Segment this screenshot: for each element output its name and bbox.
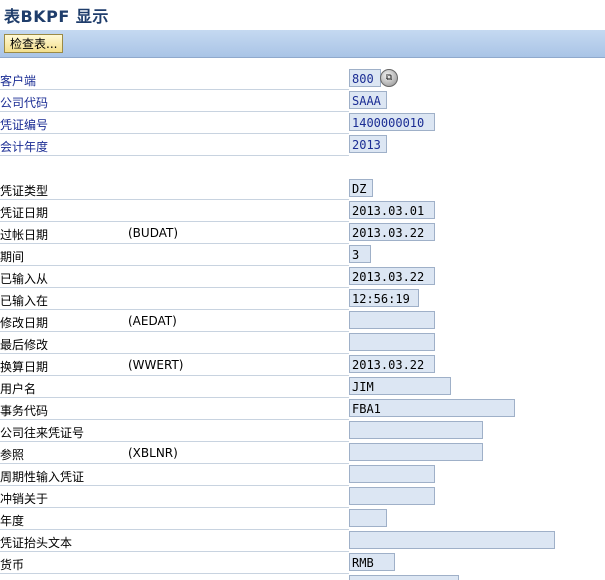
field-row-user-name: 用户名 JIM [0, 376, 605, 398]
field-label-currency: 货币 [0, 558, 25, 572]
field-label-client: 客户端 [0, 74, 37, 88]
document-number-field[interactable]: 1400000010 [349, 113, 435, 131]
field-label-fiscal-year: 会计年度 [0, 140, 49, 154]
field-row-posting-date: 过帐日期 (BUDAT) 2013.03.22 [0, 222, 605, 244]
field-row-document-type: 凭证类型 DZ [0, 178, 605, 200]
field-row-entered-on: 已输入从 2013.03.22 [0, 266, 605, 288]
year-field[interactable] [349, 509, 387, 527]
field-row-transaction-code: 事务代码 FBA1 [0, 398, 605, 420]
field-row-company-code: 公司代码 SAAA [0, 90, 605, 112]
transaction-code-field[interactable]: FBA1 [349, 399, 515, 417]
field-label-recurring-entry: 周期性输入凭证 [0, 470, 85, 484]
translation-date-field[interactable]: 2013.03.22 [349, 355, 435, 373]
technical-name-aedat: (AEDAT) [128, 314, 177, 328]
field-row-fiscal-year: 会计年度 2013 [0, 134, 605, 156]
field-row-translation-date: 换算日期 (WWERT) 2013.03.22 [0, 354, 605, 376]
field-row-currency: 货币 RMB [0, 552, 605, 574]
document-type-field[interactable]: DZ [349, 179, 373, 197]
intercompany-doc-field[interactable] [349, 421, 483, 439]
field-label-period: 期间 [0, 250, 25, 264]
last-update-field[interactable] [349, 333, 435, 351]
application-toolbar: 检查表... [0, 30, 605, 58]
field-row-document-number: 凭证编号 1400000010 [0, 112, 605, 134]
reference-field[interactable] [349, 443, 483, 461]
field-label-entered-on: 已输入从 [0, 272, 49, 286]
field-row-document-date: 凭证日期 2013.03.01 [0, 200, 605, 222]
field-label-transaction-code: 事务代码 [0, 404, 49, 418]
field-label-year: 年度 [0, 514, 25, 528]
field-label-translation-date: 换算日期 [0, 360, 49, 374]
field-row-intercompany-doc: 公司往来凭证号 [0, 420, 605, 442]
period-field[interactable]: 3 [349, 245, 371, 263]
reversed-with-field[interactable] [349, 487, 435, 505]
field-row-client: 客户端 800 ⧉ [0, 68, 605, 90]
field-row-header-text: 凭证抬头文本 [0, 530, 605, 552]
value-help-icon[interactable]: ⧉ [380, 69, 398, 87]
field-row-period: 期间 3 [0, 244, 605, 266]
field-row-reference: 参照 (XBLNR) [0, 442, 605, 464]
entered-at-field[interactable]: 12:56:19 [349, 289, 419, 307]
field-label-entered-at: 已输入在 [0, 294, 49, 308]
technical-name-wwert: (WWERT) [128, 358, 184, 372]
title-bar: 表BKPF 显示 [0, 0, 605, 28]
next-field-partial[interactable] [349, 575, 459, 580]
field-label-document-type: 凭证类型 [0, 184, 49, 198]
field-row-reversed-with: 冲销关于 [0, 486, 605, 508]
field-label-reference: 参照 [0, 448, 25, 462]
check-table-button[interactable]: 检查表... [4, 34, 64, 53]
client-field[interactable]: 800 [349, 69, 381, 87]
posting-date-field[interactable]: 2013.03.22 [349, 223, 435, 241]
field-row-year: 年度 [0, 508, 605, 530]
field-label-posting-date: 过帐日期 [0, 228, 49, 242]
field-label-intercompany-doc: 公司往来凭证号 [0, 426, 85, 440]
field-label-document-number: 凭证编号 [0, 118, 49, 132]
recurring-entry-field[interactable] [349, 465, 435, 483]
field-label-user-name: 用户名 [0, 382, 37, 396]
company-code-field[interactable]: SAAA [349, 91, 387, 109]
field-row-changed-on: 修改日期 (AEDAT) [0, 310, 605, 332]
row-divider [0, 573, 349, 574]
field-row-entered-at: 已输入在 12:56:19 [0, 288, 605, 310]
entered-on-field[interactable]: 2013.03.22 [349, 267, 435, 285]
field-label-company-code: 公司代码 [0, 96, 49, 110]
field-label-header-text: 凭证抬头文本 [0, 536, 73, 550]
record-detail-area: 客户端 800 ⧉ 公司代码 SAAA 凭证编号 1400000010 会计年度… [0, 58, 605, 580]
field-label-changed-on: 修改日期 [0, 316, 49, 330]
field-row-last-update: 最后修改 [0, 332, 605, 354]
user-name-field[interactable]: JIM [349, 377, 451, 395]
window-title: 表BKPF 显示 [4, 7, 109, 26]
field-row-recurring-entry: 周期性输入凭证 [0, 464, 605, 486]
field-label-last-update: 最后修改 [0, 338, 49, 352]
header-text-field[interactable] [349, 531, 555, 549]
document-date-field[interactable]: 2013.03.01 [349, 201, 435, 219]
row-divider [0, 155, 349, 156]
field-label-document-date: 凭证日期 [0, 206, 49, 220]
currency-field[interactable]: RMB [349, 553, 395, 571]
fiscal-year-field[interactable]: 2013 [349, 135, 387, 153]
technical-name-xblnr: (XBLNR) [128, 446, 178, 460]
changed-on-field[interactable] [349, 311, 435, 329]
field-label-reversed-with: 冲销关于 [0, 492, 49, 506]
technical-name-budat: (BUDAT) [128, 226, 179, 240]
